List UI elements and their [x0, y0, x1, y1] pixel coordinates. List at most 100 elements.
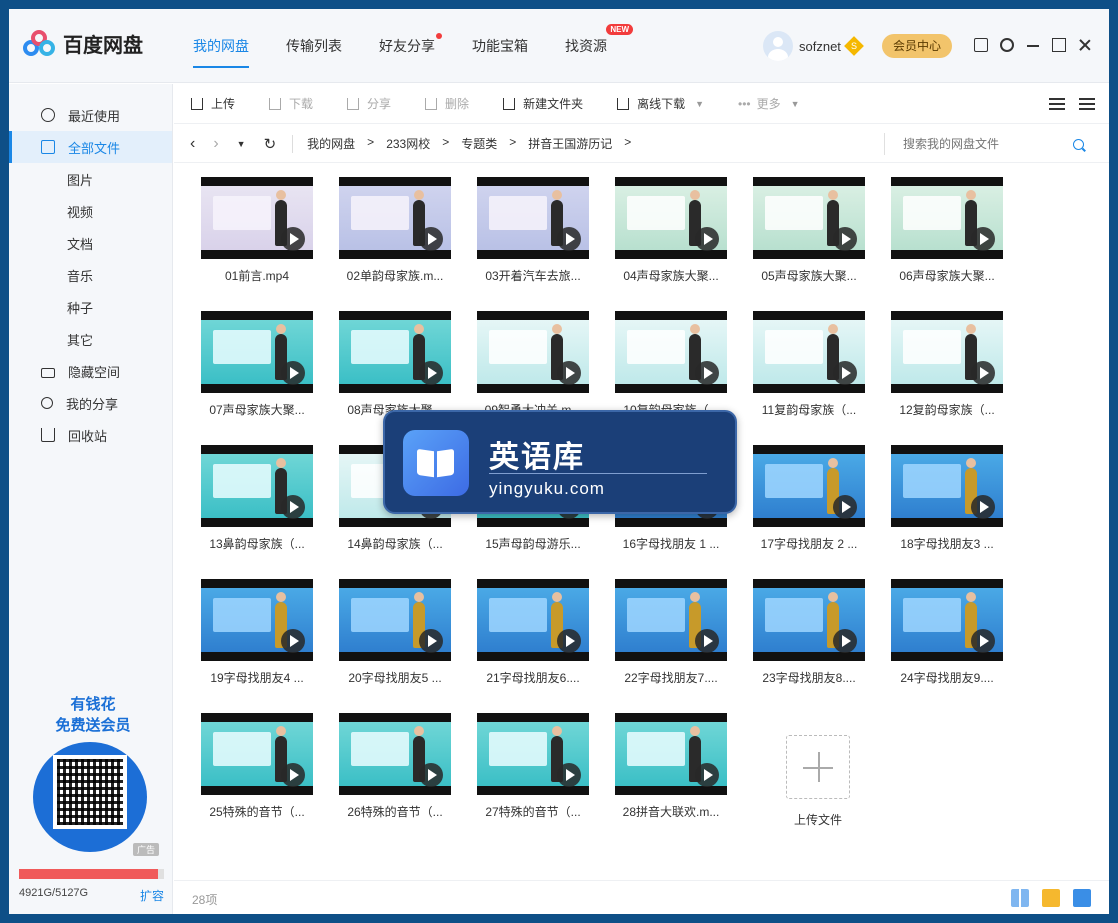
play-icon[interactable] [695, 227, 719, 251]
video-file-tile[interactable]: 26特殊的音节（... [339, 713, 451, 823]
sidebar-item-6[interactable]: 种子 [9, 291, 172, 323]
file-name[interactable]: 21字母找朋友6.... [471, 669, 595, 686]
video-thumbnail[interactable] [891, 579, 1003, 661]
nav-tab-4[interactable]: 找资源 NEW [565, 24, 633, 68]
play-icon[interactable] [419, 361, 443, 385]
sidebar-item-3[interactable]: 视频 [9, 195, 172, 227]
play-icon[interactable] [557, 763, 581, 787]
video-file-tile[interactable]: 18字母找朋友3 ... [891, 445, 1003, 555]
play-icon[interactable] [281, 495, 305, 519]
video-file-tile[interactable]: 27特殊的音节（... [477, 713, 589, 823]
file-name[interactable]: 25特殊的音节（... [195, 803, 319, 820]
nav-tab-0[interactable]: 我的网盘 [193, 36, 249, 68]
play-icon[interactable] [833, 361, 857, 385]
play-icon[interactable] [557, 227, 581, 251]
file-name[interactable]: 26特殊的音节（... [333, 803, 457, 820]
apps-icon[interactable] [1011, 889, 1029, 907]
video-file-tile[interactable]: 07声母家族大聚... [201, 311, 313, 421]
file-name[interactable]: 06声母家族大聚... [885, 267, 1009, 284]
sidebar-item-5[interactable]: 音乐 [9, 259, 172, 291]
nav-tab-3[interactable]: 功能宝箱 [472, 36, 528, 68]
upload-file-tile[interactable]: 上传文件 [786, 735, 886, 845]
offline-download-button[interactable]: 离线下载 ▼ [617, 95, 704, 112]
play-icon[interactable] [695, 763, 719, 787]
file-name[interactable]: 03开着汽车去旅... [471, 267, 595, 284]
play-icon[interactable] [281, 629, 305, 653]
file-name[interactable]: 05声母家族大聚... [747, 267, 871, 284]
video-thumbnail[interactable] [615, 579, 727, 661]
play-icon[interactable] [419, 763, 443, 787]
play-icon[interactable] [557, 361, 581, 385]
video-file-tile[interactable]: 22字母找朋友7.... [615, 579, 727, 689]
video-thumbnail[interactable] [477, 713, 589, 795]
share-button[interactable]: 分享 [347, 95, 391, 112]
video-thumbnail[interactable] [339, 311, 451, 393]
play-icon[interactable] [695, 629, 719, 653]
video-thumbnail[interactable] [477, 311, 589, 393]
new-folder-button[interactable]: 新建文件夹 [503, 95, 583, 112]
video-file-tile[interactable]: 08声母家族大聚... [339, 311, 451, 421]
video-file-tile[interactable]: 04声母家族大聚... [615, 177, 727, 287]
play-icon[interactable] [695, 361, 719, 385]
sidebar-item-10[interactable]: 回收站 [9, 419, 172, 451]
file-name[interactable]: 15声母韵母游乐... [471, 535, 595, 552]
video-thumbnail[interactable] [753, 177, 865, 259]
member-center-button[interactable]: 会员中心 [882, 34, 953, 58]
play-icon[interactable] [971, 495, 995, 519]
video-file-tile[interactable]: 03开着汽车去旅... [477, 177, 589, 287]
video-thumbnail[interactable] [753, 445, 865, 527]
nav-tab-1[interactable]: 传输列表 [286, 36, 342, 68]
folder-upload-icon[interactable] [1042, 889, 1060, 907]
file-name[interactable]: 18字母找朋友3 ... [885, 535, 1009, 552]
play-icon[interactable] [833, 495, 857, 519]
more-button[interactable]: ••• 更多 ▼ [738, 95, 800, 112]
video-file-tile[interactable]: 19字母找朋友4 ... [201, 579, 313, 689]
video-file-tile[interactable]: 23字母找朋友8.... [753, 579, 865, 689]
plus-icon[interactable] [786, 735, 850, 799]
file-name[interactable]: 07声母家族大聚... [195, 401, 319, 418]
sidebar-item-7[interactable]: 其它 [9, 323, 172, 355]
file-name[interactable]: 01前言.mp4 [195, 267, 319, 284]
upload-button[interactable]: 上传 [191, 95, 235, 112]
video-file-tile[interactable]: 05声母家族大聚... [753, 177, 865, 287]
nav-tab-2[interactable]: 好友分享 [379, 33, 442, 68]
play-icon[interactable] [833, 629, 857, 653]
video-file-tile[interactable]: 02单韵母家族.m... [339, 177, 451, 287]
breadcrumb-item[interactable]: 我的网盘 [307, 135, 355, 152]
video-file-tile[interactable]: 12复韵母家族（... [891, 311, 1003, 421]
video-file-tile[interactable]: 01前言.mp4 [201, 177, 313, 287]
file-name[interactable]: 02单韵母家族.m... [333, 267, 457, 284]
play-icon[interactable] [281, 361, 305, 385]
file-name[interactable]: 19字母找朋友4 ... [195, 669, 319, 686]
play-icon[interactable] [281, 227, 305, 251]
ad-banner[interactable]: 有钱花 免费送会员 广告 [23, 694, 163, 864]
maximize-icon[interactable] [1052, 38, 1066, 52]
video-thumbnail[interactable] [201, 177, 313, 259]
file-name[interactable]: 12复韵母家族（... [885, 401, 1009, 418]
file-name[interactable]: 17字母找朋友 2 ... [747, 535, 871, 552]
mail-icon[interactable] [974, 38, 988, 52]
sidebar-item-4[interactable]: 文档 [9, 227, 172, 259]
play-icon[interactable] [971, 629, 995, 653]
expand-storage-link[interactable]: 扩容 [140, 887, 164, 904]
file-name[interactable]: 04声母家族大聚... [609, 267, 733, 284]
refresh-icon[interactable]: ↻ [264, 135, 277, 153]
video-file-tile[interactable]: 21字母找朋友6.... [477, 579, 589, 689]
video-thumbnail[interactable] [891, 177, 1003, 259]
lock-icon[interactable] [1073, 889, 1091, 907]
video-file-tile[interactable]: 25特殊的音节（... [201, 713, 313, 823]
breadcrumb-item[interactable]: 233网校 [386, 135, 430, 152]
file-name[interactable]: 27特殊的音节（... [471, 803, 595, 820]
file-name[interactable]: 20字母找朋友5 ... [333, 669, 457, 686]
search-input[interactable] [903, 137, 1073, 151]
video-file-tile[interactable]: 10复韵母家族（... [615, 311, 727, 421]
play-icon[interactable] [833, 227, 857, 251]
video-thumbnail[interactable] [201, 311, 313, 393]
video-thumbnail[interactable] [615, 311, 727, 393]
sidebar-item-0[interactable]: 最近使用 [9, 99, 172, 131]
file-name[interactable]: 16字母找朋友 1 ... [609, 535, 733, 552]
video-thumbnail[interactable] [891, 445, 1003, 527]
video-file-tile[interactable]: 11复韵母家族（... [753, 311, 865, 421]
file-name[interactable]: 11复韵母家族（... [747, 401, 871, 418]
forward-icon[interactable]: › [213, 135, 218, 153]
